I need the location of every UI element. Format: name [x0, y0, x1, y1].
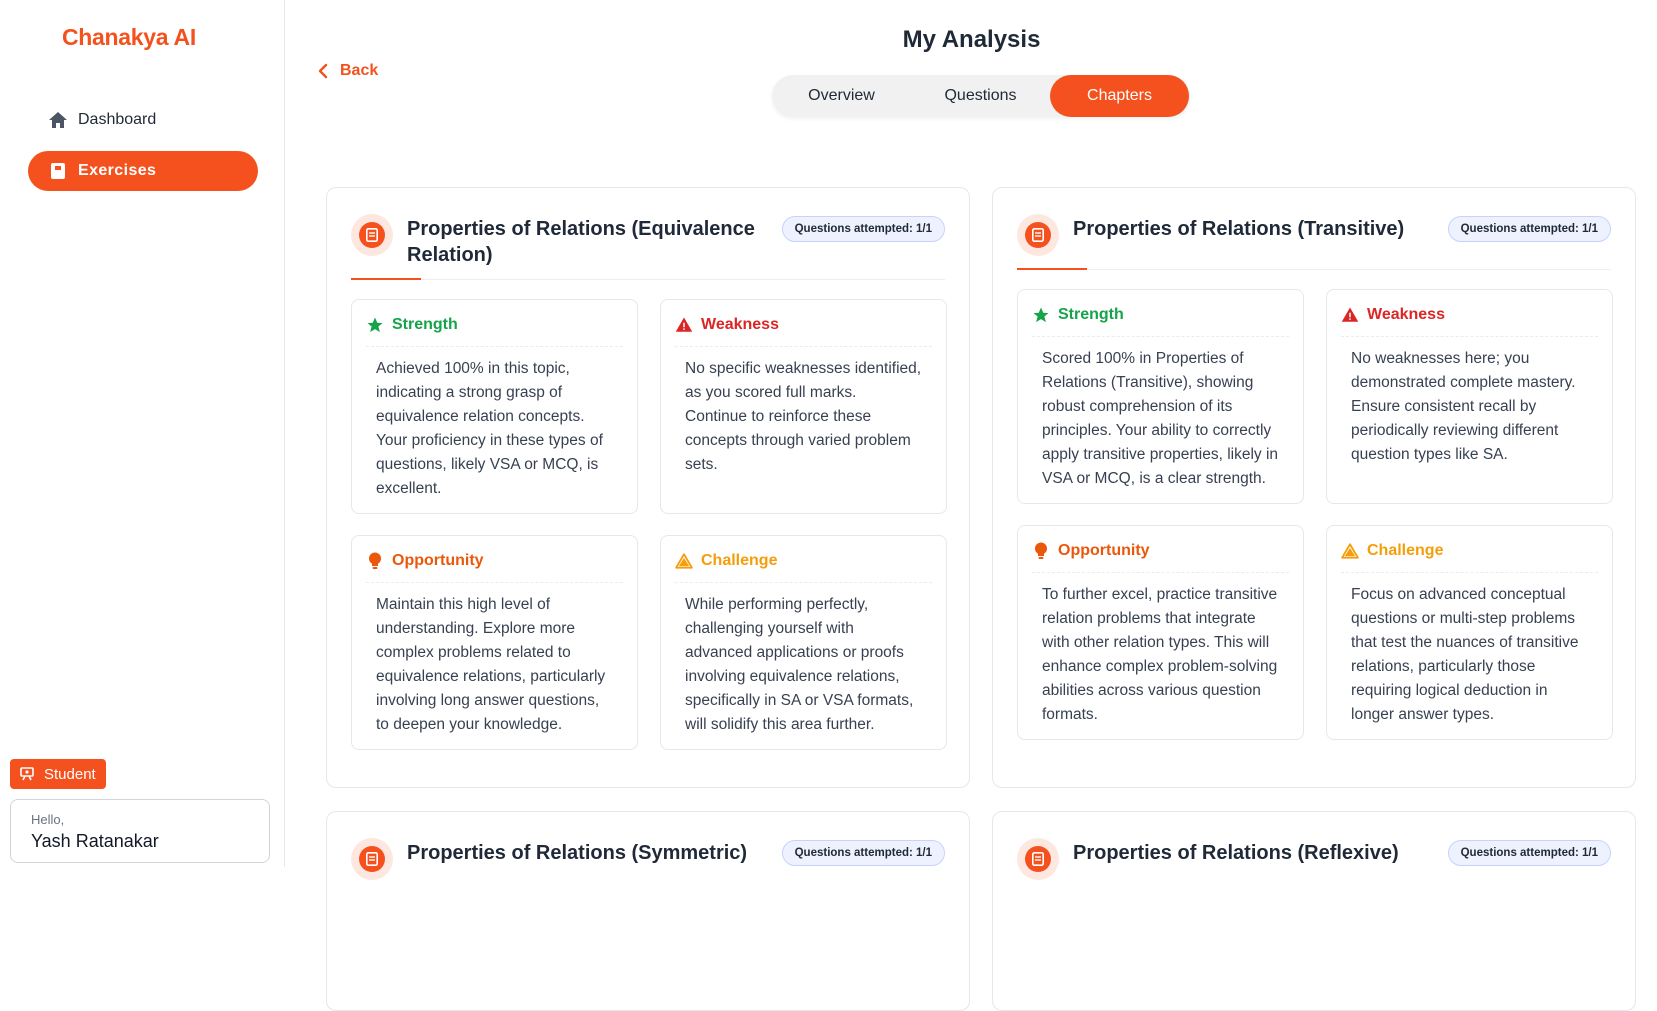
sidebar-item-label: Dashboard [78, 111, 157, 128]
questions-attempted-badge: Questions attempted: 1/1 [781, 840, 945, 866]
questions-attempted-badge: Questions attempted: 1/1 [781, 216, 945, 242]
chapter-card: Properties of Relations (Equivalence Rel… [326, 187, 970, 788]
strength-label: Strength [1058, 306, 1124, 323]
chapter-book-icon [1017, 214, 1059, 256]
star-icon [1032, 306, 1050, 324]
weakness-text: No specific weaknesses identified, as yo… [685, 360, 922, 473]
challenge-text: While performing perfectly, challenging … [685, 596, 914, 733]
sidebar: Chanakya AI Dashboard Exercises Student … [0, 0, 285, 867]
back-button[interactable]: Back [318, 62, 378, 80]
lightbulb-icon [1032, 542, 1050, 560]
chapter-book-icon [1017, 838, 1059, 880]
warning-icon [1341, 306, 1359, 324]
chapter-title: Properties of Relations (Reflexive) [1073, 842, 1399, 864]
sidebar-item-label: Exercises [78, 162, 157, 179]
analysis-tabs: Overview Questions Chapters [772, 75, 1190, 117]
questions-attempted-badge: Questions attempted: 1/1 [1447, 216, 1611, 242]
role-label: Student [44, 765, 96, 783]
strength-text: Achieved 100% in this topic, indicating … [376, 360, 603, 497]
opportunity-text: To further excel, practice transitive re… [1042, 586, 1278, 723]
star-icon [366, 316, 384, 334]
tab-questions[interactable]: Questions [911, 75, 1050, 117]
weakness-box: Weakness No weaknesses here; you demonst… [1326, 289, 1613, 504]
user-profile[interactable]: Hello, Yash Ratanakar [10, 799, 270, 863]
app-logo[interactable]: Chanakya AI [62, 24, 196, 51]
opportunity-box: Opportunity Maintain this high level of … [351, 535, 638, 750]
chapter-card: Properties of Relations (Symmetric) Ques… [326, 811, 970, 1011]
teacher-icon [20, 767, 34, 781]
user-name: Yash Ratanakar [31, 831, 159, 851]
opportunity-label: Opportunity [392, 552, 484, 569]
alert-triangle-icon [675, 552, 693, 570]
chapter-book-icon [351, 214, 393, 256]
chapter-title: Properties of Relations (Equivalence Rel… [407, 218, 755, 266]
strength-text: Scored 100% in Properties of Relations (… [1042, 350, 1279, 487]
weakness-label: Weakness [701, 316, 779, 333]
questions-attempted-badge: Questions attempted: 1/1 [1447, 840, 1611, 866]
role-badge: Student [10, 759, 106, 789]
alert-triangle-icon [1341, 542, 1359, 560]
chapter-card: Properties of Relations (Reflexive) Ques… [992, 811, 1636, 1011]
book-icon [48, 161, 68, 181]
divider [351, 278, 945, 280]
sidebar-item-dashboard[interactable]: Dashboard [28, 100, 258, 140]
strength-label: Strength [392, 316, 458, 333]
tab-overview[interactable]: Overview [772, 75, 911, 117]
chapter-title: Properties of Relations (Symmetric) [407, 842, 748, 864]
strength-box: Strength Scored 100% in Properties of Re… [1017, 289, 1304, 504]
challenge-box: Challenge Focus on advanced conceptual q… [1326, 525, 1613, 740]
weakness-box: Weakness No specific weaknesses identifi… [660, 299, 947, 514]
challenge-label: Challenge [1367, 542, 1444, 559]
sidebar-item-exercises[interactable]: Exercises [28, 151, 258, 191]
challenge-label: Challenge [701, 552, 778, 569]
challenge-box: Challenge While performing perfectly, ch… [660, 535, 947, 750]
chevron-left-icon [318, 63, 328, 79]
home-icon [48, 110, 68, 130]
weakness-label: Weakness [1367, 306, 1445, 323]
opportunity-label: Opportunity [1058, 542, 1150, 559]
chapter-title: Properties of Relations (Transitive) [1073, 218, 1405, 240]
user-greeting: Hello, [31, 812, 65, 827]
chapter-book-icon [351, 838, 393, 880]
opportunity-text: Maintain this high level of understandin… [376, 596, 606, 733]
strength-box: Strength Achieved 100% in this topic, in… [351, 299, 638, 514]
main-content: My Analysis Back Overview Questions Chap… [286, 0, 1657, 1011]
weakness-text: No weaknesses here; you demonstrated com… [1351, 350, 1576, 463]
lightbulb-icon [366, 552, 384, 570]
opportunity-box: Opportunity To further excel, practice t… [1017, 525, 1304, 740]
page-title: My Analysis [902, 26, 1041, 53]
chapter-card: Properties of Relations (Transitive) Que… [992, 187, 1636, 788]
divider [1017, 268, 1611, 270]
challenge-text: Focus on advanced conceptual questions o… [1351, 586, 1579, 723]
tab-chapters[interactable]: Chapters [1050, 75, 1189, 117]
back-label: Back [340, 62, 379, 79]
warning-icon [675, 316, 693, 334]
